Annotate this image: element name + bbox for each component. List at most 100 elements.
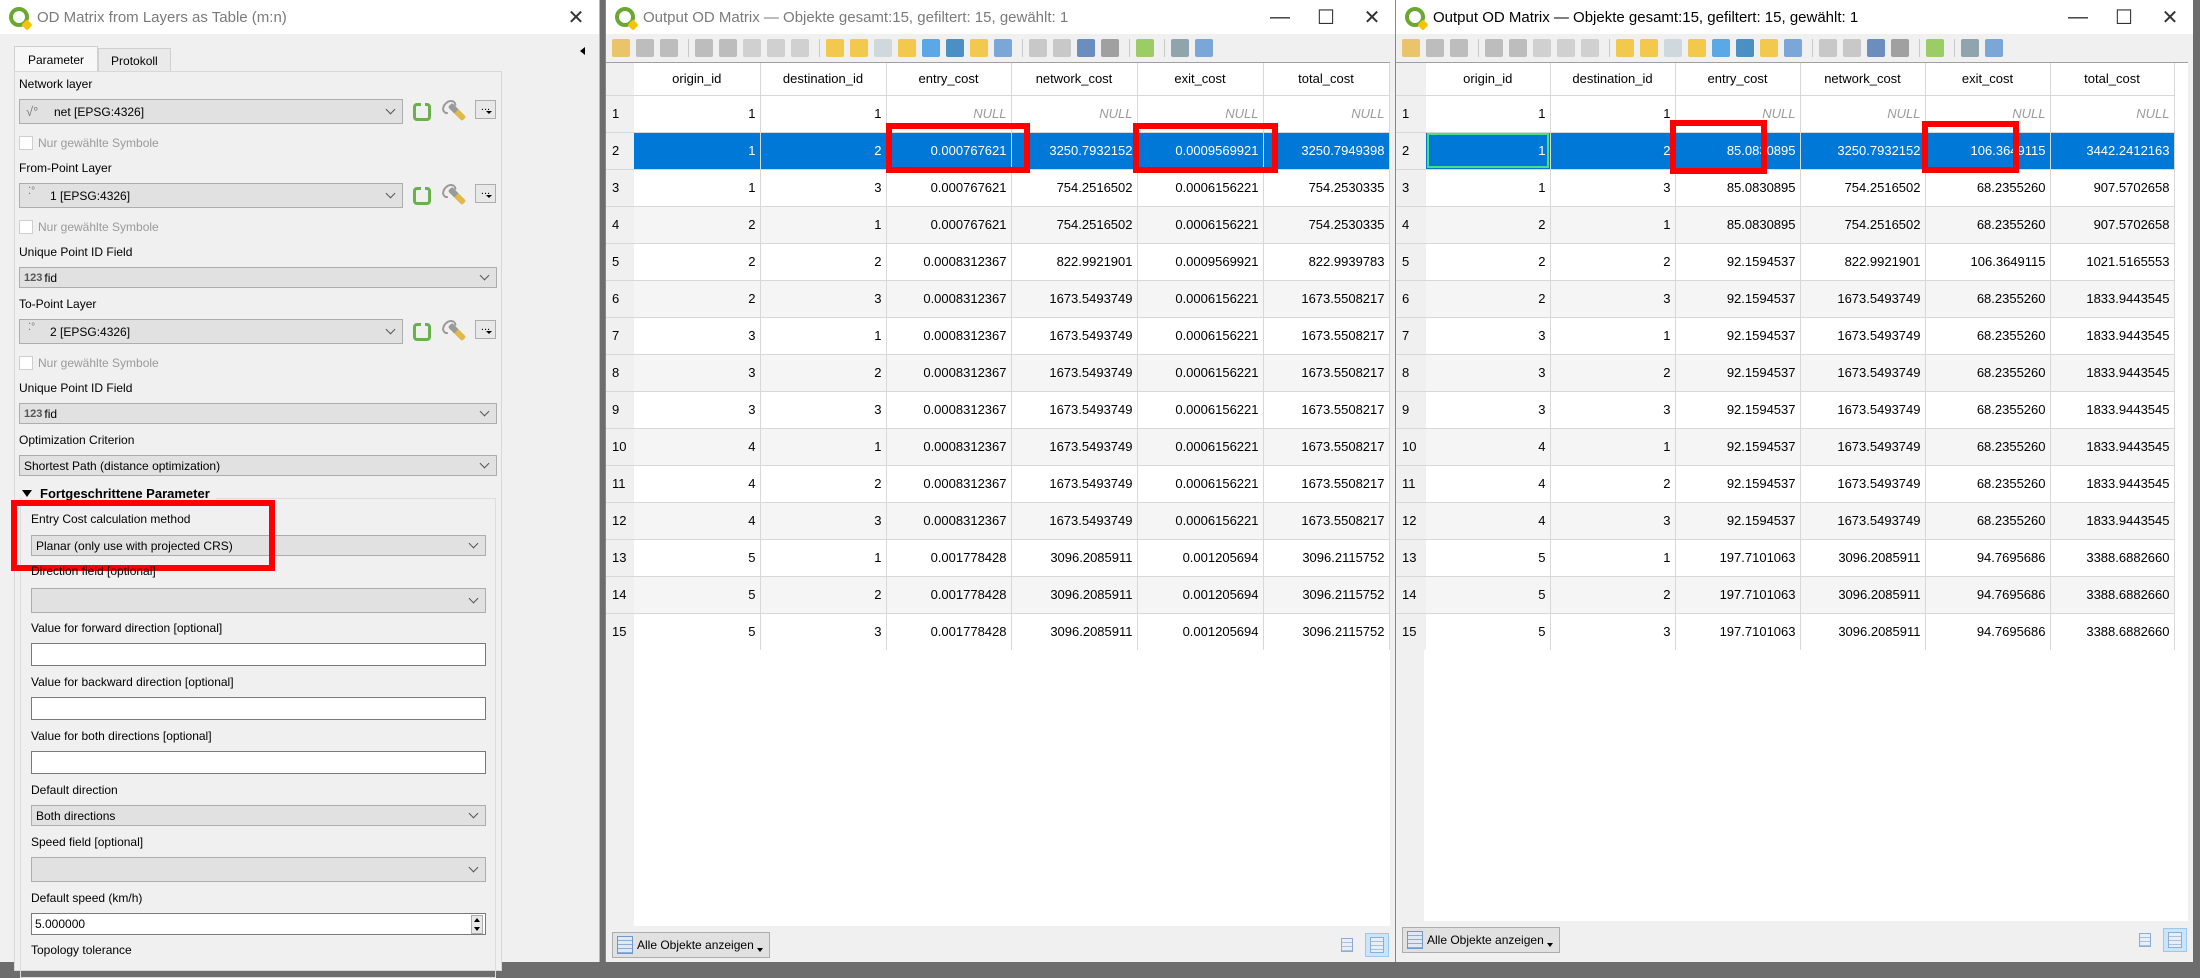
cell-network-cost[interactable]: 1673.5493749: [1800, 316, 1926, 354]
cell-network-cost[interactable]: 1673.5493749: [1011, 464, 1138, 502]
cell-entry-cost[interactable]: 197.7101063: [1675, 575, 1801, 613]
select-expression-icon[interactable]: [826, 39, 844, 57]
table-row[interactable]: 9 3 3 0.0008312367 1673.5493749 0.0006156221 1…: [606, 390, 1390, 428]
from-selected-only-checkbox[interactable]: [19, 220, 33, 234]
show-all-features-button[interactable]: Alle Objekte anzeigen: [612, 932, 770, 958]
close-button[interactable]: ✕: [1349, 0, 1395, 34]
cell-origin-id[interactable]: 2: [634, 205, 761, 243]
row-header[interactable]: 8: [606, 353, 634, 391]
cell-origin-id[interactable]: 4: [1426, 501, 1551, 539]
table-row[interactable]: 10 4 1 0.0008312367 1673.5493749 0.0006156221…: [606, 427, 1390, 465]
cell-network-cost[interactable]: 754.2516502: [1800, 205, 1926, 243]
to-point-layer-combo[interactable]: ⁚° 2 [EPSG:4326]: [19, 319, 403, 344]
field-calculator-icon[interactable]: [1867, 39, 1885, 57]
cell-destination-id[interactable]: 1: [1550, 205, 1676, 243]
cell-total-cost[interactable]: 754.2530335: [1263, 205, 1390, 243]
maximize-button[interactable]: ☐: [1303, 0, 1349, 34]
cell-total-cost[interactable]: 1833.9443545: [2050, 316, 2175, 354]
table-row[interactable]: 15 5 3 197.7101063 3096.2085911 94.7695686 338…: [1396, 612, 2175, 650]
new-field-icon[interactable]: [1029, 39, 1047, 57]
multi-edit-icon[interactable]: [636, 39, 654, 57]
cell-total-cost[interactable]: 1673.5508217: [1263, 316, 1390, 354]
cell-origin-id[interactable]: 2: [634, 242, 761, 280]
cell-exit-cost[interactable]: 0.0006156221: [1137, 205, 1264, 243]
cell-destination-id[interactable]: 2: [1550, 575, 1676, 613]
both-value-input[interactable]: [31, 751, 486, 774]
cell-total-cost[interactable]: 3096.2115752: [1263, 538, 1390, 576]
cell-exit-cost[interactable]: 68.2355260: [1925, 205, 2051, 243]
cell-network-cost[interactable]: 3096.2085911: [1011, 575, 1138, 613]
cell-destination-id[interactable]: 2: [1550, 131, 1676, 169]
cell-entry-cost[interactable]: 0.0008312367: [886, 501, 1012, 539]
cell-network-cost[interactable]: 3096.2085911: [1011, 612, 1138, 650]
column-header-origin-id[interactable]: origin_id: [1426, 63, 1551, 95]
cell-destination-id[interactable]: 1: [1550, 94, 1676, 132]
cell-destination-id[interactable]: 2: [1550, 242, 1676, 280]
cell-entry-cost[interactable]: 0.0008312367: [886, 464, 1012, 502]
deselect-icon[interactable]: [898, 39, 916, 57]
cell-entry-cost[interactable]: 92.1594537: [1675, 501, 1801, 539]
layer-settings-button[interactable]: [445, 184, 469, 208]
cell-total-cost[interactable]: 3388.6882660: [2050, 575, 2175, 613]
column-header-destination-id[interactable]: destination_id: [1550, 63, 1676, 95]
cell-total-cost[interactable]: 1833.9443545: [2050, 501, 2175, 539]
row-header[interactable]: 12: [606, 501, 634, 539]
cell-destination-id[interactable]: 3: [1550, 612, 1676, 650]
cell-entry-cost[interactable]: 92.1594537: [1675, 427, 1801, 465]
form-view-button[interactable]: [2133, 928, 2157, 952]
delete-feature-icon[interactable]: [1509, 39, 1527, 57]
collapse-panel-icon[interactable]: [580, 47, 585, 55]
cell-origin-id[interactable]: 5: [1426, 538, 1551, 576]
cell-origin-id[interactable]: 2: [1426, 279, 1551, 317]
cell-exit-cost[interactable]: 0.001205694: [1137, 575, 1264, 613]
cell-exit-cost[interactable]: 0.001205694: [1137, 612, 1264, 650]
spinbox-arrows[interactable]: [471, 915, 483, 934]
layer-settings-button[interactable]: [445, 100, 469, 124]
row-header[interactable]: 9: [606, 390, 634, 428]
cell-origin-id[interactable]: 2: [1426, 205, 1551, 243]
cell-origin-id[interactable]: 3: [634, 390, 761, 428]
column-header-exit-cost[interactable]: exit_cost: [1925, 63, 2051, 95]
row-header[interactable]: 3: [1396, 168, 1426, 206]
cell-network-cost[interactable]: 822.9921901: [1011, 242, 1138, 280]
cell-entry-cost[interactable]: 92.1594537: [1675, 353, 1801, 391]
cell-entry-cost[interactable]: 92.1594537: [1675, 464, 1801, 502]
table-row[interactable]: 8 3 2 92.1594537 1673.5493749 68.2355260 1833.…: [1396, 353, 2175, 391]
cell-exit-cost[interactable]: 0.0006156221: [1137, 464, 1264, 502]
cell-entry-cost[interactable]: 85.0830895: [1675, 168, 1801, 206]
table-row[interactable]: 8 3 2 0.0008312367 1673.5493749 0.0006156221 1…: [606, 353, 1390, 391]
move-selection-top-icon[interactable]: [1736, 39, 1754, 57]
cell-origin-id[interactable]: 3: [1426, 390, 1551, 428]
cell-entry-cost[interactable]: 92.1594537: [1675, 242, 1801, 280]
cell-exit-cost[interactable]: 68.2355260: [1925, 427, 2051, 465]
cell-exit-cost[interactable]: 0.0006156221: [1137, 390, 1264, 428]
table-row[interactable]: 11 4 2 92.1594537 1673.5493749 68.2355260 1833…: [1396, 464, 2175, 502]
tab-parameter[interactable]: Parameter: [14, 46, 99, 72]
corner-header[interactable]: [1396, 63, 1426, 95]
cell-origin-id[interactable]: 5: [1426, 612, 1551, 650]
cell-exit-cost[interactable]: 0.0006156221: [1137, 168, 1264, 206]
cell-network-cost[interactable]: 3096.2085911: [1800, 575, 1926, 613]
cell-total-cost[interactable]: 1673.5508217: [1263, 464, 1390, 502]
row-header[interactable]: 14: [606, 575, 634, 613]
column-header-entry-cost[interactable]: entry_cost: [1675, 63, 1801, 95]
cell-origin-id[interactable]: 1: [634, 131, 761, 169]
save-edits-icon[interactable]: [660, 39, 678, 57]
iterate-button[interactable]: [410, 184, 434, 208]
attribute-grid[interactable]: origin_id destination_id entry_cost network…: [1396, 62, 2188, 926]
corner-header[interactable]: [606, 63, 634, 95]
layer-settings-button[interactable]: [445, 320, 469, 344]
dock-icon[interactable]: [1171, 39, 1189, 57]
direction-field-combo[interactable]: [31, 588, 486, 613]
table-row[interactable]: 11 4 2 0.0008312367 1673.5493749 0.0006156221…: [606, 464, 1390, 502]
cell-network-cost[interactable]: 1673.5493749: [1011, 390, 1138, 428]
cell-entry-cost[interactable]: 0.000767621: [886, 168, 1012, 206]
row-header[interactable]: 10: [1396, 427, 1426, 465]
cell-entry-cost[interactable]: 0.0008312367: [886, 353, 1012, 391]
paste-icon[interactable]: [791, 39, 809, 57]
cell-network-cost[interactable]: 1673.5493749: [1800, 353, 1926, 391]
field-calculator-icon[interactable]: [1077, 39, 1095, 57]
cell-destination-id[interactable]: 1: [760, 94, 887, 132]
cell-network-cost[interactable]: 3250.7932152: [1800, 131, 1926, 169]
iterate-button[interactable]: [410, 320, 434, 344]
